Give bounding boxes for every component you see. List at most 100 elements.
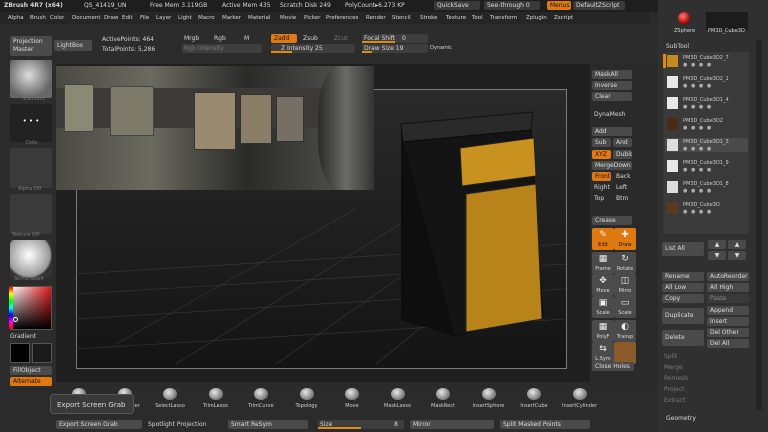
inverse-button[interactable]: Inverse [592,81,632,90]
project-menu[interactable]: Project [664,386,685,393]
hue-strip[interactable] [9,287,13,329]
delete-button[interactable]: Delete [662,330,704,346]
subtool-header[interactable]: SubTool [666,43,689,50]
del-all-button[interactable]: Del All [707,339,749,348]
subtool-item[interactable]: PM3D_Cube3D1_8 ● ● ● ● [665,180,748,194]
menu-marker[interactable]: Marker [222,15,241,21]
subtool-visibility-icon[interactable]: ● ● ● ● [683,209,712,215]
mrgb-toggle[interactable]: Mrgb [184,35,199,42]
edit-mode-button[interactable]: ✎ Edit [592,228,614,250]
rotate-button[interactable]: ↻ Rotate [614,252,636,274]
spotlight-projection-toggle[interactable]: Spotlight Projection [148,421,207,428]
shelf-tool-masklasso[interactable]: MaskLasso [375,388,421,414]
clear-button[interactable]: Clear [592,92,632,101]
menu-preferences[interactable]: Preferences [326,15,358,21]
subtool-visibility-icon[interactable]: ● ● ● ● [683,83,712,89]
menu-alpha[interactable]: Alpha [8,15,24,21]
subtool-visibility-icon[interactable]: ● ● ● ● [683,188,712,194]
menu-tool[interactable]: Tool [472,15,483,21]
canvas-area[interactable] [56,64,590,382]
menus-button[interactable]: Menus [547,1,571,10]
menu-picker[interactable]: Picker [304,15,320,21]
menu-zscript[interactable]: Zscript [554,15,573,21]
subtool-visibility-icon[interactable]: ● ● ● ● [683,62,712,68]
scale-button[interactable]: ▣ Scale [592,296,614,318]
menu-movie[interactable]: Movie [280,15,296,21]
projection-master-button[interactable]: Projection Master [10,36,52,56]
merge-menu[interactable]: Merge [664,364,683,371]
remesh-menu[interactable]: Remesh [664,375,688,382]
subtool-visibility-icon[interactable]: ● ● ● ● [683,146,712,152]
menu-file[interactable]: File [140,15,149,21]
geometry-menu[interactable]: Geometry [666,415,696,422]
subtool-item[interactable]: PM3D_Cube3D1_3 ● ● ● ● [665,138,748,152]
zcut-toggle[interactable]: Zcut [334,35,348,42]
shelf-tool-trimlasso[interactable]: TrimLasso [193,388,239,414]
menu-stroke[interactable]: Stroke [420,15,438,21]
shelf-tool-selectlasso[interactable]: SelectLasso [147,388,193,414]
arrow-up-alt-icon[interactable]: ▲ [728,240,746,249]
subtool-item[interactable]: PM3D_Cube3D2_7 ● ● ● ● [665,54,748,68]
arrow-up-icon[interactable]: ▲ [708,240,726,249]
subtool-visibility-icon[interactable]: ● ● ● ● [683,167,712,173]
transparency-button[interactable]: ◐ Transp [614,320,636,342]
subtool-visibility-icon[interactable]: ● ● ● ● [683,125,712,131]
menu-draw[interactable]: Draw [104,15,118,21]
smart-resym-button[interactable]: Smart ReSym [228,420,308,429]
extract-menu[interactable]: Extract [664,397,686,404]
draw-mode-button[interactable]: ✚ Draw [614,228,636,250]
solo-button[interactable] [614,342,636,364]
draw-size-slider[interactable]: Draw Size 19 [362,44,428,53]
secondary-color-swatch[interactable] [32,343,52,363]
scale-alt-button[interactable]: ▭ Scale [614,296,636,318]
shelf-tool-trimcurve[interactable]: TrimCurve [238,388,284,414]
quicksave-button[interactable]: QuickSave [434,1,480,10]
duplicate-button[interactable]: Duplicate [662,308,704,324]
menu-light[interactable]: Light [178,15,192,21]
menu-macro[interactable]: Macro [198,15,215,21]
focal-shift-slider[interactable]: Focal Shift 0 [362,34,428,43]
fillobject-button[interactable]: FillObject [10,366,52,375]
left-view-button[interactable]: Left [616,184,627,191]
polyframe-button[interactable]: ▦ PolyF [592,320,614,342]
local-symmetry-button[interactable]: ⇆ L.Sym [592,342,614,364]
all-high-button[interactable]: All High [707,283,749,292]
dublc-button[interactable]: Dublc [613,150,632,159]
menu-document[interactable]: Document [72,15,101,21]
and-button[interactable]: And [613,138,632,147]
rgb-toggle[interactable]: Rgb [214,35,226,42]
mask-all-button[interactable]: MaskAll [592,70,632,79]
dynamesh-button[interactable]: DynaMesh [594,111,625,118]
split-menu[interactable]: Split [664,353,677,360]
frame-button[interactable]: ▦ Frame [592,252,614,274]
crease-button[interactable]: Crease [592,216,632,225]
menu-brush[interactable]: Brush [30,15,46,21]
right-view-button[interactable]: Right [594,184,610,191]
split-masked-points-button[interactable]: Split Masked Points [500,420,590,429]
shelf-tool-maskrect[interactable]: MaskRect [420,388,466,414]
auto-reorder-button[interactable]: AutoReorder [707,272,749,281]
palette-scrollbar[interactable] [756,40,762,410]
alternate-button[interactable]: Alternate [10,377,52,386]
subtool-visibility-icon[interactable]: ● ● ● ● [683,104,712,110]
subtool-item[interactable]: PM3D_Cube3D2 ● ● ● ● [665,117,748,131]
merge-down-button[interactable]: MergeDown [592,161,632,170]
sub-button[interactable]: Sub [592,138,611,147]
shelf-tool-topology[interactable]: Topology [284,388,330,414]
top-view-button[interactable]: Top [594,195,604,202]
menu-layer[interactable]: Layer [156,15,171,21]
alpha-thumbnail[interactable] [10,148,52,188]
z-intensity-slider[interactable]: Z Intensity 25 [271,44,355,53]
m-toggle[interactable]: M [244,35,249,42]
menu-material[interactable]: Material [248,15,270,21]
menu-transform[interactable]: Transform [490,15,517,21]
mirror-button[interactable]: ◫ Mirro [614,274,636,296]
insert-button[interactable]: Insert [707,317,749,326]
lightbox-button[interactable]: LightBox [54,40,92,51]
del-other-button[interactable]: Del Other [707,328,749,337]
main-color-swatch[interactable] [10,343,30,363]
rename-button[interactable]: Rename [662,272,704,281]
back-view-button[interactable]: Back [616,173,631,180]
see-through-slider[interactable]: See-through 0 [484,1,540,10]
shelf-tool-insertsphere[interactable]: InsertSphere [466,388,512,414]
